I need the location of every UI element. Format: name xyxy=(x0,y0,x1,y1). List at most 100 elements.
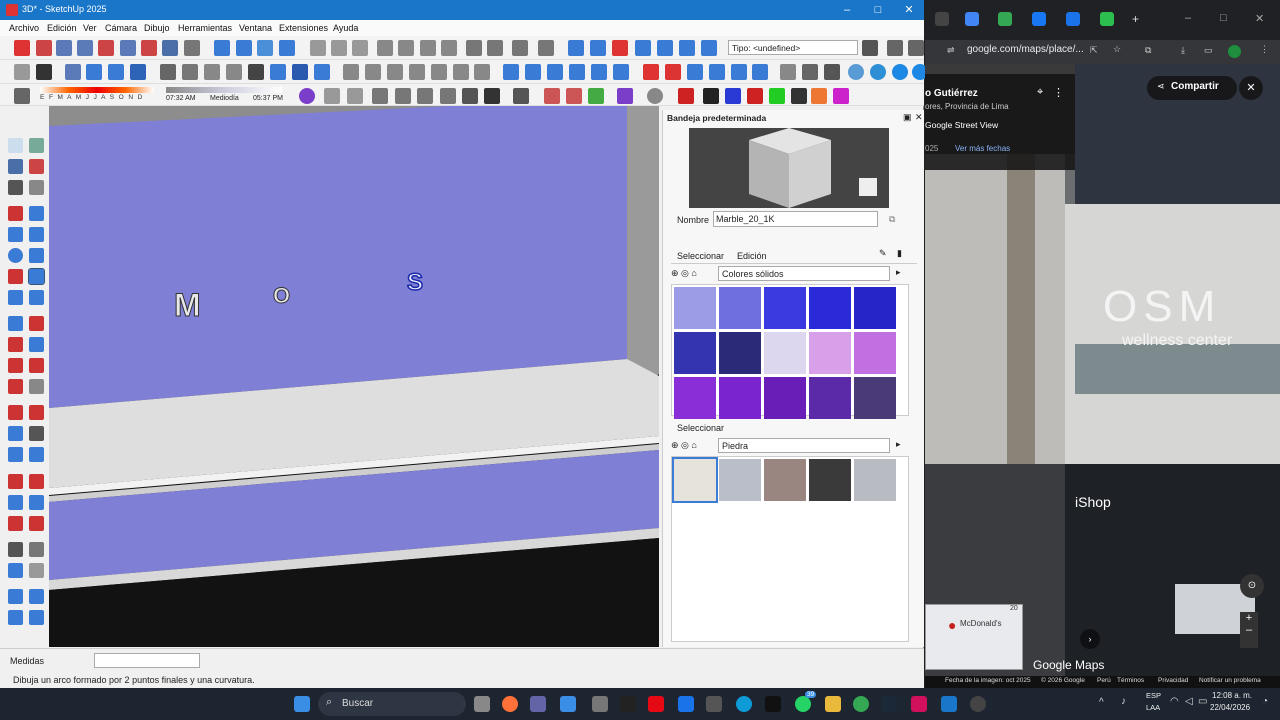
lamp-icon[interactable] xyxy=(513,88,529,104)
compass-icon[interactable]: ⊙ xyxy=(1240,574,1264,598)
rotate-icon[interactable] xyxy=(8,337,23,352)
edge-icon[interactable] xyxy=(736,696,752,712)
minimize-button[interactable]: – xyxy=(1185,12,1191,24)
menu-dots-icon[interactable]: ⋮ xyxy=(1260,44,1269,55)
subtract-icon[interactable] xyxy=(569,64,585,80)
clock-time[interactable]: 12:08 a. m. xyxy=(1212,691,1252,700)
look-around-icon[interactable] xyxy=(162,40,178,56)
capcut-icon[interactable] xyxy=(706,696,722,712)
redo-icon[interactable] xyxy=(487,40,503,56)
menu-camara[interactable]: Cámara xyxy=(105,23,137,33)
extensions-icon[interactable]: ⧉ xyxy=(1145,45,1151,56)
swatch[interactable] xyxy=(854,287,896,329)
move-icon[interactable] xyxy=(8,316,23,331)
tiktok-icon[interactable] xyxy=(765,696,781,712)
letter-o[interactable]: O xyxy=(273,283,291,309)
letter-s[interactable]: S xyxy=(406,268,424,297)
tray-pin-icon[interactable]: ▣ xyxy=(903,112,912,123)
bottom-view-icon[interactable] xyxy=(453,64,469,80)
intersect-icon[interactable] xyxy=(525,64,541,80)
footer-country[interactable]: Perú xyxy=(1097,677,1111,684)
right-view-icon[interactable] xyxy=(387,64,403,80)
tab-edicion[interactable]: Edición xyxy=(737,251,767,261)
teams-icon[interactable] xyxy=(530,696,546,712)
menu-dibujo[interactable]: Dibujo xyxy=(144,23,170,33)
measures-input[interactable] xyxy=(94,653,200,668)
push-black-icon[interactable] xyxy=(703,88,719,104)
swatch-selected[interactable] xyxy=(672,457,718,503)
rotated-rectangle-icon[interactable] xyxy=(29,227,44,242)
select-tool-icon[interactable] xyxy=(14,40,30,56)
push-green-icon[interactable] xyxy=(769,88,785,104)
footer-terms[interactable]: Términos xyxy=(1117,677,1144,684)
swatch[interactable] xyxy=(764,459,806,501)
pie-icon[interactable] xyxy=(29,290,44,305)
lang-secondary[interactable]: LAA xyxy=(1146,703,1160,712)
iso-view-icon[interactable] xyxy=(314,64,330,80)
swatch[interactable] xyxy=(719,459,761,501)
stamp-icon[interactable] xyxy=(635,40,651,56)
maximize-button[interactable]: □ xyxy=(1220,12,1227,24)
tab-icon[interactable] xyxy=(965,12,979,26)
wifi-icon[interactable]: ◠ xyxy=(1170,696,1179,707)
download-icon[interactable]: ⤓ xyxy=(1181,45,1185,56)
walk-icon[interactable] xyxy=(184,40,200,56)
bookmark-star-icon[interactable]: ☆ xyxy=(1113,44,1121,55)
outlook-icon[interactable] xyxy=(678,696,694,712)
zoom-window-tool-icon[interactable] xyxy=(29,495,44,510)
menu-extensiones[interactable]: Extensiones xyxy=(279,23,328,33)
access-icon[interactable] xyxy=(911,696,927,712)
store-icon[interactable] xyxy=(560,696,576,712)
follow-me-tool-icon[interactable] xyxy=(29,337,44,352)
tree-icon[interactable] xyxy=(588,88,604,104)
swatch[interactable] xyxy=(674,377,716,419)
close-button[interactable]: ✕ xyxy=(894,2,924,18)
swatch[interactable] xyxy=(719,287,761,329)
drop-icon[interactable] xyxy=(848,64,864,80)
swatch[interactable] xyxy=(764,332,806,374)
swatch[interactable] xyxy=(764,377,806,419)
wireframe-icon[interactable] xyxy=(204,64,220,80)
zoom-extents-icon[interactable] xyxy=(98,40,114,56)
menu-edicion[interactable]: Edición xyxy=(47,23,77,33)
sandbox-icon[interactable] xyxy=(568,40,584,56)
cube-icon[interactable] xyxy=(347,88,363,104)
model-viewport[interactable]: M O S xyxy=(49,106,659,647)
push-n-icon[interactable] xyxy=(791,88,807,104)
axes-icon[interactable] xyxy=(65,64,81,80)
video-icon[interactable] xyxy=(372,88,388,104)
orbit-tool-icon[interactable] xyxy=(8,474,23,489)
section-plane-icon[interactable] xyxy=(86,64,102,80)
dome-icon[interactable] xyxy=(395,88,411,104)
push-blue-icon[interactable] xyxy=(725,88,741,104)
smoove-icon[interactable] xyxy=(612,40,628,56)
rectangle-icon[interactable] xyxy=(8,227,23,242)
more-dates-link[interactable]: Ver más fechas xyxy=(955,144,1010,153)
sandbox-scratch-icon[interactable] xyxy=(590,40,606,56)
paste-icon[interactable] xyxy=(420,40,436,56)
purple-icon[interactable] xyxy=(617,88,633,104)
steam-icon[interactable] xyxy=(881,696,897,712)
previous-view-icon[interactable] xyxy=(120,40,136,56)
tab-audio-icon[interactable] xyxy=(935,12,949,26)
two-point-arc-icon[interactable] xyxy=(28,268,45,285)
text-tool-icon[interactable] xyxy=(8,426,23,441)
dimension-icon[interactable] xyxy=(8,405,23,420)
render-gear-icon[interactable] xyxy=(462,88,478,104)
circle-icon[interactable] xyxy=(8,248,23,263)
scale-icon[interactable] xyxy=(887,40,903,56)
arc-tool-icon[interactable] xyxy=(8,269,23,284)
textured-icon[interactable] xyxy=(270,64,286,80)
new-file-icon[interactable] xyxy=(310,40,326,56)
water-icon[interactable] xyxy=(870,64,886,80)
3d-text-a-icon[interactable] xyxy=(29,447,44,462)
install-icon[interactable]: ⇱ xyxy=(1090,45,1098,56)
url-text[interactable]: google.com/maps/place/... xyxy=(967,44,1084,55)
split-icon[interactable] xyxy=(613,64,629,80)
tray-close-icon[interactable]: ✕ xyxy=(915,112,923,123)
orbit-icon[interactable] xyxy=(214,40,230,56)
section-cut-icon[interactable] xyxy=(130,64,146,80)
walk-tool-icon[interactable] xyxy=(29,542,44,557)
pan-icon[interactable] xyxy=(236,40,252,56)
left-view-icon[interactable] xyxy=(431,64,447,80)
